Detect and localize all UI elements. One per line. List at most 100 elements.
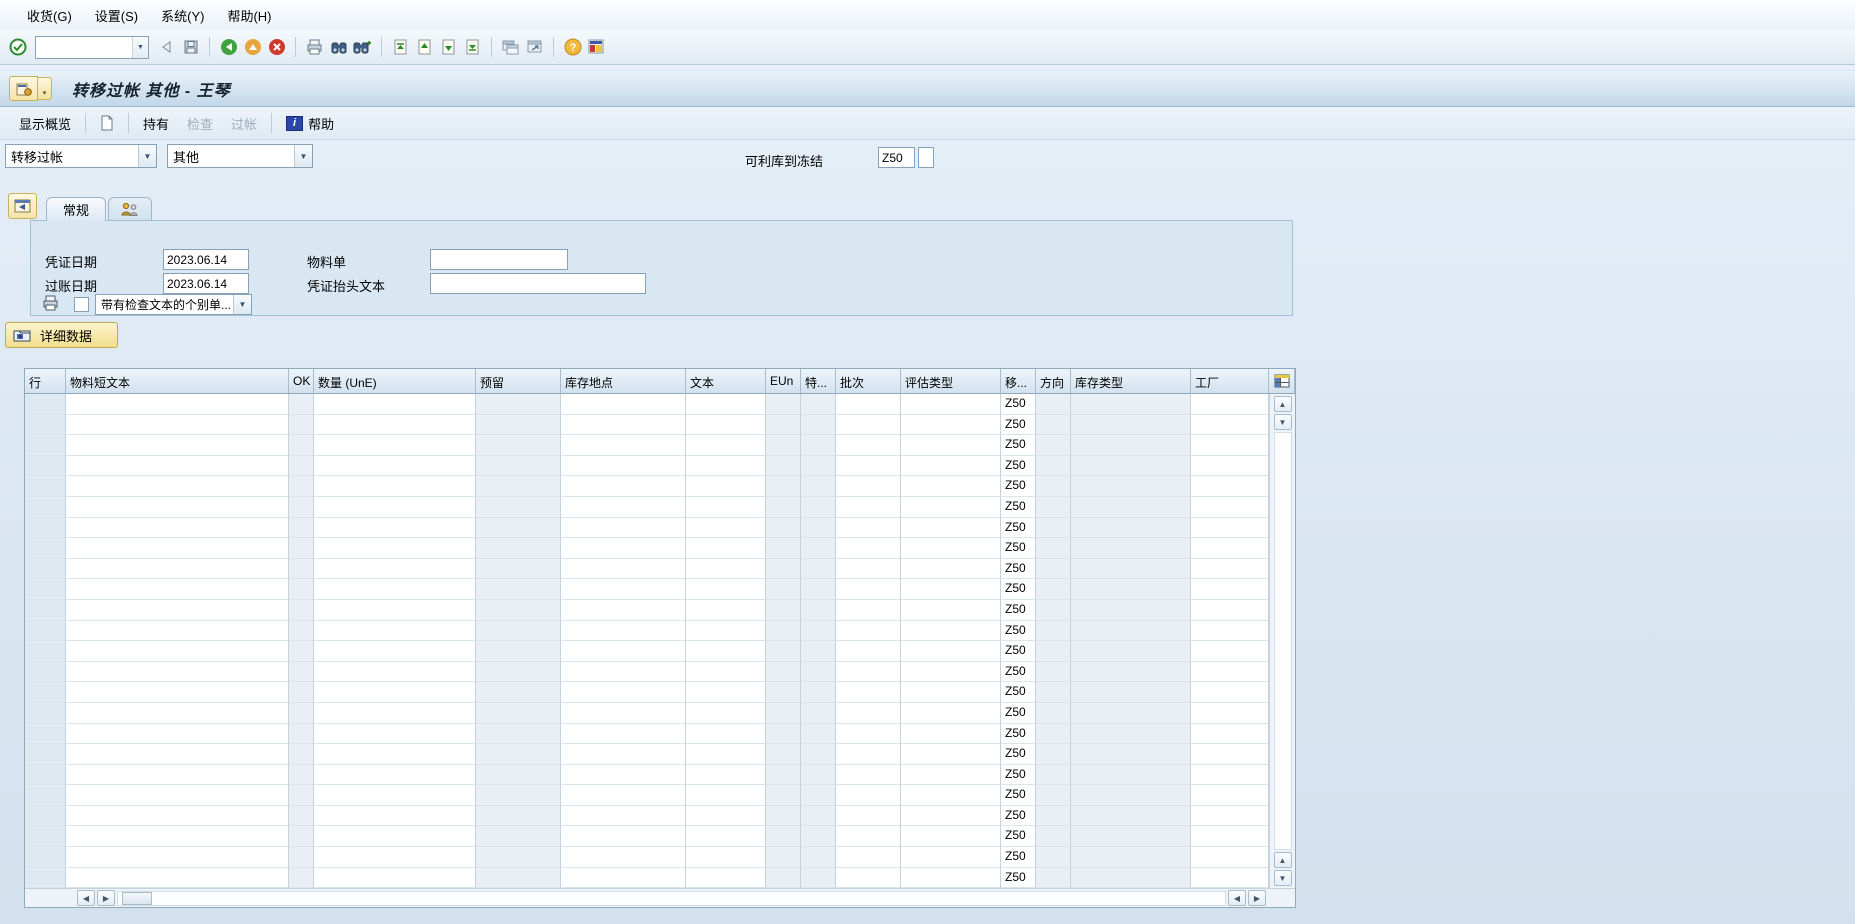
- cell-batch[interactable]: [836, 662, 901, 683]
- cell-batch[interactable]: [836, 394, 901, 415]
- cell-sloc[interactable]: [561, 785, 686, 806]
- cell-sloc[interactable]: [561, 868, 686, 889]
- menu-item-settings[interactable]: 设置(S): [92, 4, 141, 27]
- cell-batch[interactable]: [836, 456, 901, 477]
- cell-text[interactable]: [686, 538, 766, 559]
- cell-material_text[interactable]: [66, 806, 289, 827]
- cell-move[interactable]: Z50: [1001, 600, 1036, 621]
- cell-plant[interactable]: [1191, 785, 1269, 806]
- horizontal-scrollbar[interactable]: ◀ ▶ ◀ ▶: [25, 888, 1295, 907]
- find-icon[interactable]: [328, 37, 349, 58]
- cell-val_type[interactable]: [901, 518, 1001, 539]
- cell-batch[interactable]: [836, 785, 901, 806]
- cell-text[interactable]: [686, 806, 766, 827]
- cell-qty[interactable]: [314, 621, 476, 642]
- cell-plant[interactable]: [1191, 662, 1269, 683]
- cell-batch[interactable]: [836, 703, 901, 724]
- customize-layout-icon[interactable]: [586, 37, 607, 58]
- cell-move[interactable]: Z50: [1001, 394, 1036, 415]
- cell-plant[interactable]: [1191, 703, 1269, 724]
- cell-plant[interactable]: [1191, 456, 1269, 477]
- cell-sloc[interactable]: [561, 703, 686, 724]
- cell-text[interactable]: [686, 724, 766, 745]
- movement-type-field[interactable]: [878, 147, 915, 168]
- column-header-plant[interactable]: 工厂: [1191, 369, 1269, 394]
- cell-move[interactable]: Z50: [1001, 744, 1036, 765]
- print-icon[interactable]: [304, 37, 325, 58]
- next-page-icon[interactable]: [438, 37, 459, 58]
- cell-batch[interactable]: [836, 868, 901, 889]
- cell-val_type[interactable]: [901, 456, 1001, 477]
- cell-batch[interactable]: [836, 579, 901, 600]
- exit-icon[interactable]: [242, 37, 263, 58]
- cell-batch[interactable]: [836, 476, 901, 497]
- column-header-batch[interactable]: 批次: [836, 369, 901, 394]
- command-field[interactable]: ▼: [35, 36, 149, 59]
- posting-date-field[interactable]: [163, 273, 249, 294]
- column-header-sloc[interactable]: 库存地点: [561, 369, 686, 394]
- cell-sloc[interactable]: [561, 641, 686, 662]
- cell-material_text[interactable]: [66, 518, 289, 539]
- cell-val_type[interactable]: [901, 785, 1001, 806]
- cell-qty[interactable]: [314, 518, 476, 539]
- gr-slip-combobox[interactable]: 带有检查文本的个别单... ▼: [95, 294, 252, 315]
- cell-batch[interactable]: [836, 497, 901, 518]
- cell-text[interactable]: [686, 435, 766, 456]
- cell-plant[interactable]: [1191, 826, 1269, 847]
- help-button[interactable]: i 帮助: [277, 111, 343, 136]
- cell-batch[interactable]: [836, 806, 901, 827]
- cell-sloc[interactable]: [561, 600, 686, 621]
- cell-qty[interactable]: [314, 435, 476, 456]
- cell-plant[interactable]: [1191, 621, 1269, 642]
- cell-qty[interactable]: [314, 497, 476, 518]
- chevron-down-icon[interactable]: ▼: [294, 145, 312, 167]
- cell-move[interactable]: Z50: [1001, 456, 1036, 477]
- horizontal-scroll-track[interactable]: [117, 891, 1226, 906]
- scroll-left-icon[interactable]: ◀: [1228, 890, 1246, 906]
- cell-material_text[interactable]: [66, 394, 289, 415]
- cell-qty[interactable]: [314, 538, 476, 559]
- chevron-down-icon[interactable]: ▼: [138, 145, 156, 167]
- last-page-icon[interactable]: [462, 37, 483, 58]
- cell-text[interactable]: [686, 394, 766, 415]
- cell-move[interactable]: Z50: [1001, 703, 1036, 724]
- cell-text[interactable]: [686, 518, 766, 539]
- cell-move[interactable]: Z50: [1001, 662, 1036, 683]
- cell-sloc[interactable]: [561, 826, 686, 847]
- cell-text[interactable]: [686, 662, 766, 683]
- column-header-special[interactable]: 特...: [801, 369, 836, 394]
- cell-plant[interactable]: [1191, 765, 1269, 786]
- prev-page-icon[interactable]: [414, 37, 435, 58]
- cell-move[interactable]: Z50: [1001, 826, 1036, 847]
- cell-text[interactable]: [686, 497, 766, 518]
- vertical-scrollbar[interactable]: ▲ ▼ ▲ ▼: [1269, 394, 1295, 888]
- cell-val_type[interactable]: [901, 826, 1001, 847]
- cell-sloc[interactable]: [561, 497, 686, 518]
- scroll-right-icon[interactable]: ▶: [97, 890, 115, 906]
- cell-val_type[interactable]: [901, 703, 1001, 724]
- collapse-left-icon[interactable]: [156, 37, 177, 58]
- cell-material_text[interactable]: [66, 765, 289, 786]
- detail-data-button[interactable]: 详细数据: [5, 322, 118, 348]
- cell-qty[interactable]: [314, 579, 476, 600]
- cell-val_type[interactable]: [901, 765, 1001, 786]
- cell-qty[interactable]: [314, 765, 476, 786]
- first-page-icon[interactable]: [390, 37, 411, 58]
- cell-move[interactable]: Z50: [1001, 476, 1036, 497]
- cell-material_text[interactable]: [66, 415, 289, 436]
- cell-val_type[interactable]: [901, 868, 1001, 889]
- cell-material_text[interactable]: [66, 559, 289, 580]
- cell-sloc[interactable]: [561, 806, 686, 827]
- cell-batch[interactable]: [836, 538, 901, 559]
- cell-qty[interactable]: [314, 641, 476, 662]
- close-header-button[interactable]: [8, 193, 37, 219]
- services-for-object-button[interactable]: [9, 76, 38, 101]
- cell-material_text[interactable]: [66, 703, 289, 724]
- cell-val_type[interactable]: [901, 724, 1001, 745]
- cell-material_text[interactable]: [66, 868, 289, 889]
- cell-batch[interactable]: [836, 600, 901, 621]
- cell-material_text[interactable]: [66, 785, 289, 806]
- cell-material_text[interactable]: [66, 476, 289, 497]
- cell-material_text[interactable]: [66, 456, 289, 477]
- cell-val_type[interactable]: [901, 435, 1001, 456]
